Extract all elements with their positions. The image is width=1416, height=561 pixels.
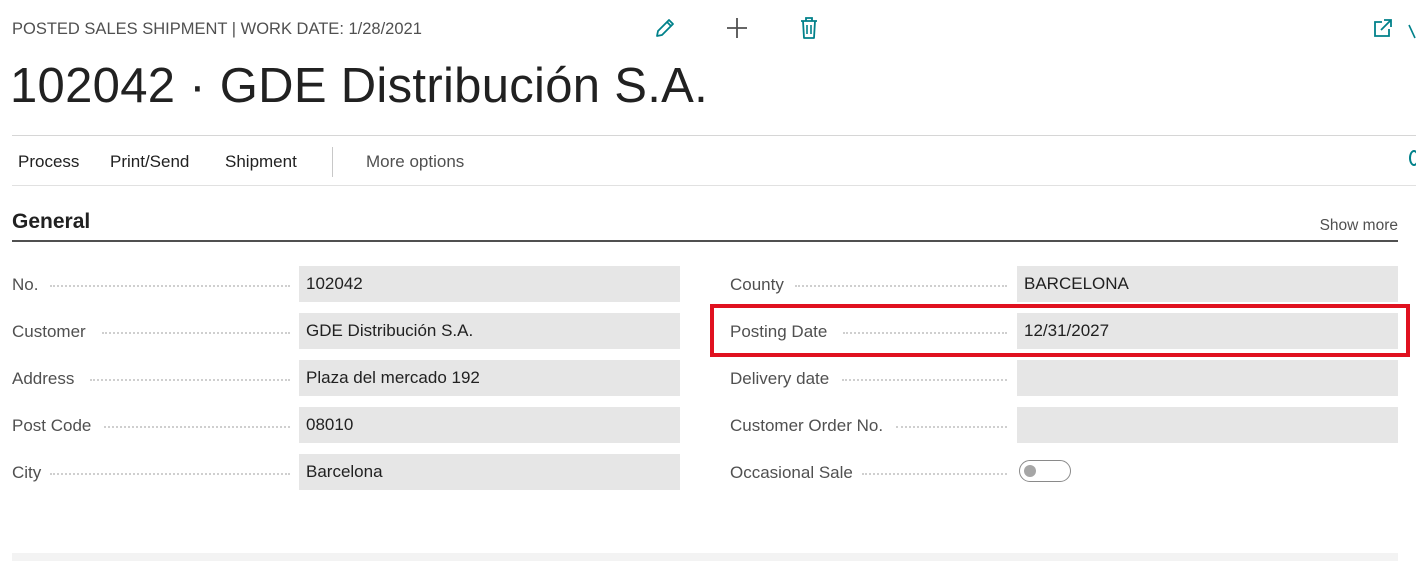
field-county[interactable]: BARCELONA (1017, 266, 1398, 302)
label-customer-order-no: Customer Order No. (730, 416, 884, 435)
field-customer[interactable]: GDE Distribución S.A. (299, 313, 680, 349)
delete-button[interactable] (795, 14, 823, 42)
action-more-options[interactable]: More options (366, 152, 464, 172)
action-separator (332, 147, 333, 177)
label-leader (50, 285, 290, 287)
open-in-new-window-icon (1374, 19, 1392, 37)
label-leader (102, 332, 290, 334)
label-occasional-sale: Occasional Sale (730, 463, 853, 482)
next-section-band (12, 553, 1398, 561)
section-underline (12, 240, 1398, 242)
show-more-link[interactable]: Show more (1320, 217, 1398, 235)
edit-button[interactable] (651, 14, 679, 42)
label-leader (842, 379, 1007, 381)
breadcrumb: POSTED SALES SHIPMENT | WORK DATE: 1/28/… (12, 20, 422, 38)
toggle-knob (1024, 465, 1036, 477)
page-title: 102042 · GDE Distribución S.A. (10, 59, 709, 113)
label-customer: Customer (12, 322, 86, 341)
posting-date-highlight (710, 304, 1410, 357)
open-in-new-window-button[interactable] (1369, 14, 1397, 42)
field-address[interactable]: Plaza del mercado 192 (299, 360, 680, 396)
trash-icon (801, 17, 817, 39)
label-address: Address (12, 369, 75, 388)
occasional-sale-toggle[interactable] (1019, 460, 1071, 482)
new-button[interactable] (723, 14, 751, 42)
action-shipment[interactable]: Shipment (225, 152, 297, 172)
field-delivery-date[interactable] (1017, 360, 1398, 396)
pencil-icon (656, 19, 674, 37)
action-bar-divider (12, 185, 1416, 186)
label-post-code: Post Code (12, 416, 92, 435)
field-customer-order-no[interactable] (1017, 407, 1398, 443)
field-no[interactable]: 102042 (299, 266, 680, 302)
action-print-send[interactable]: Print/Send (110, 152, 189, 172)
plus-icon (727, 18, 747, 38)
field-city[interactable]: Barcelona (299, 454, 680, 490)
header-divider (12, 135, 1416, 136)
field-post-code[interactable]: 08010 (299, 407, 680, 443)
label-delivery-date: Delivery date (730, 369, 830, 388)
label-leader (50, 473, 290, 475)
label-county: County (730, 275, 784, 294)
label-city: City (12, 463, 42, 482)
action-process[interactable]: Process (18, 152, 79, 172)
section-title-general[interactable]: General (12, 210, 90, 234)
collapse-arrow-icon[interactable] (1408, 24, 1416, 40)
label-leader (862, 473, 1007, 475)
label-leader (90, 379, 290, 381)
label-leader (795, 285, 1007, 287)
label-leader (104, 426, 290, 428)
label-leader (896, 426, 1007, 428)
label-no: No. (12, 275, 39, 294)
search-icon[interactable] (1409, 150, 1416, 166)
